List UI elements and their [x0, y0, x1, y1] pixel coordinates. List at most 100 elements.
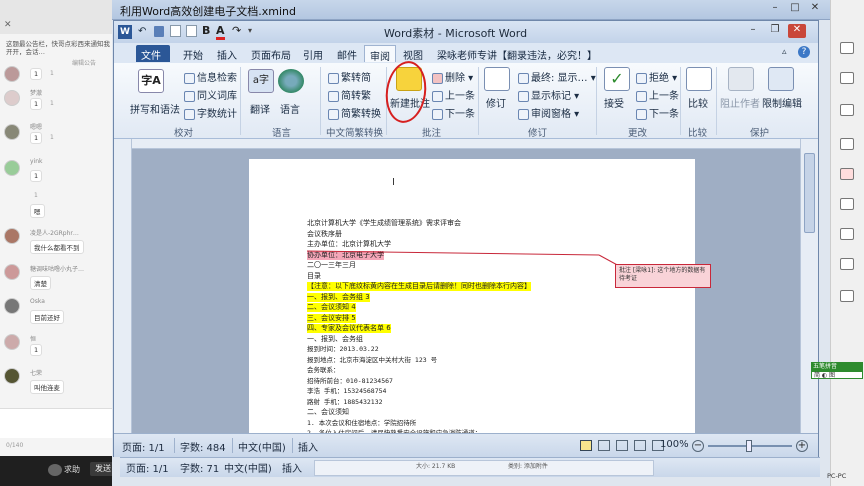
- zoom-slider-thumb[interactable]: [746, 440, 752, 452]
- chat-message: 糖调味咕噜小丸子… 清楚: [4, 264, 110, 290]
- previous-comment-icon: [432, 90, 443, 102]
- ime-status[interactable]: 简 ◐ 图: [811, 371, 863, 379]
- zoom-in-icon[interactable]: +: [796, 440, 808, 452]
- customize-toolbar-icon[interactable]: ▾: [248, 26, 252, 35]
- restrict-editing-button[interactable]: 限制编辑: [762, 95, 802, 110]
- flag-icon[interactable]: [840, 168, 854, 180]
- right-side-panel: 五笔拼音 简 ◐ 图 PC-PC: [811, 0, 864, 486]
- comment-connector: [306, 250, 622, 268]
- comment-balloon[interactable]: 批注 [梁咏1]: 这个地方的数据有待考证: [615, 264, 711, 288]
- image-icon[interactable]: [840, 138, 854, 150]
- chat-username: 恒: [30, 336, 37, 343]
- outline-icon[interactable]: [634, 440, 646, 451]
- tab-review[interactable]: 审阅: [364, 45, 396, 63]
- panel-icon[interactable]: [840, 228, 854, 240]
- print-layout-icon[interactable]: [580, 440, 592, 451]
- spelling-grammar-button[interactable]: 拼写和语法: [130, 101, 180, 116]
- redo-icon[interactable]: ↷: [232, 24, 241, 37]
- print-preview-icon[interactable]: [186, 25, 197, 37]
- tab-page-layout[interactable]: 页面布局: [246, 45, 296, 62]
- research-button[interactable]: 信息检索: [184, 69, 237, 84]
- panel-icon[interactable]: [840, 104, 854, 116]
- page-indicator[interactable]: 页面: 1/1: [122, 439, 165, 454]
- word-count[interactable]: 字数: 484: [180, 439, 226, 454]
- ribbon-tabs: 文件 开始 插入 页面布局 引用 邮件 审阅 视图 梁咏老师专讲【翻录违法，必究…: [114, 43, 818, 63]
- tab-file[interactable]: 文件: [136, 45, 170, 62]
- group-separator: [596, 67, 597, 135]
- attachment-bar[interactable]: [314, 460, 654, 476]
- restore-icon[interactable]: ❐: [766, 24, 784, 38]
- zoom-out-icon[interactable]: −: [692, 440, 704, 452]
- save-icon[interactable]: [154, 26, 164, 37]
- scrollbar-thumb[interactable]: [804, 153, 815, 233]
- panel-icon[interactable]: [840, 198, 854, 210]
- show-markup-button[interactable]: 显示标记 ▾: [518, 87, 579, 102]
- language-indicator[interactable]: 中文(中国): [238, 439, 286, 454]
- display-for-review-dropdown[interactable]: 最终: 显示… ▾: [518, 69, 596, 84]
- reject-button[interactable]: 拒绝 ▾: [636, 69, 677, 84]
- reviewing-pane-button[interactable]: 审阅窗格 ▾: [518, 105, 579, 120]
- panel-icon[interactable]: [840, 42, 854, 54]
- avatar: [4, 124, 20, 140]
- translate-button[interactable]: 翻译: [250, 101, 270, 116]
- minimize-icon[interactable]: –: [744, 24, 762, 38]
- accept-button[interactable]: 接受: [604, 95, 624, 110]
- panel-icon[interactable]: [840, 258, 854, 270]
- thesaurus-button[interactable]: 同义词库: [184, 87, 237, 102]
- tab-custom[interactable]: 梁咏老师专讲【翻录违法，必究！】: [432, 45, 602, 62]
- maximize-icon[interactable]: □: [786, 2, 804, 16]
- close-icon[interactable]: ✕: [788, 24, 806, 38]
- track-changes-icon: [484, 67, 510, 91]
- ime-badge[interactable]: 五笔拼音: [811, 362, 863, 371]
- tab-references[interactable]: 引用: [298, 45, 328, 62]
- font-color-icon[interactable]: A: [216, 24, 225, 40]
- track-changes-button[interactable]: 修订: [486, 95, 506, 110]
- next-comment-button[interactable]: 下一条: [432, 105, 475, 120]
- compare-button[interactable]: 比较: [688, 95, 708, 110]
- tab-insert[interactable]: 插入: [212, 45, 242, 62]
- bold-icon[interactable]: B: [202, 24, 210, 37]
- full-screen-reading-icon[interactable]: [598, 440, 610, 451]
- vertical-scrollbar[interactable]: [800, 139, 818, 433]
- simplified-to-traditional-button[interactable]: 简转繁: [328, 87, 371, 102]
- vertical-ruler[interactable]: [114, 139, 132, 433]
- like-count: 1: [34, 192, 38, 199]
- tab-view[interactable]: 视图: [398, 45, 428, 62]
- block-authors-button[interactable]: 阻止作者: [720, 95, 760, 110]
- chat-input[interactable]: [0, 408, 112, 438]
- previous-change-button[interactable]: 上一条: [636, 87, 679, 102]
- help-icon[interactable]: ?: [798, 46, 810, 58]
- new-document-icon[interactable]: [170, 25, 181, 37]
- chat-username: 凌是人-2GRphr…: [30, 230, 79, 237]
- status-separator: [292, 438, 293, 453]
- previous-comment-button[interactable]: 上一条: [432, 87, 475, 102]
- close-icon[interactable]: ✕: [4, 20, 12, 30]
- minimize-icon[interactable]: –: [766, 2, 784, 16]
- zoom-level[interactable]: 100%: [660, 439, 689, 450]
- restrict-editing-icon: [768, 67, 794, 91]
- word-count-button[interactable]: 字数统计: [184, 105, 237, 120]
- tab-home[interactable]: 开始: [178, 45, 208, 62]
- language-button[interactable]: 语言: [280, 101, 300, 116]
- close-icon[interactable]: ✕: [806, 2, 824, 16]
- chat-bubble: 1: [30, 170, 43, 182]
- avatar: [4, 160, 20, 176]
- insert-mode[interactable]: 插入: [298, 439, 318, 454]
- document-page[interactable]: I 北京计算机大学《学生成绩管理系统》需求评审会 会议秩序册 主办单位：北京计算机大…: [249, 159, 695, 433]
- tab-mailings[interactable]: 邮件: [332, 45, 362, 62]
- panel-icon[interactable]: [840, 72, 854, 84]
- undo-icon[interactable]: ↶: [138, 26, 146, 37]
- chat-bubble: 1: [30, 344, 43, 356]
- chat-announcement: 这题最公告栏，快哥点彩西来通知我开开，会话…: [6, 40, 110, 56]
- horizontal-ruler[interactable]: [132, 139, 818, 149]
- collapse-ribbon-icon[interactable]: ▵: [782, 47, 787, 57]
- next-change-button[interactable]: 下一条: [636, 105, 679, 120]
- web-layout-icon[interactable]: [616, 440, 628, 451]
- panel-icon[interactable]: [840, 290, 854, 302]
- delete-comment-button[interactable]: 删除 ▾: [432, 69, 473, 84]
- avatar: [4, 228, 20, 244]
- help-button[interactable]: 求助: [64, 464, 80, 475]
- chinese-conversion-button[interactable]: 简繁转换: [328, 105, 381, 120]
- help-icon[interactable]: [48, 464, 62, 476]
- traditional-to-simplified-button[interactable]: 繁转简: [328, 69, 371, 84]
